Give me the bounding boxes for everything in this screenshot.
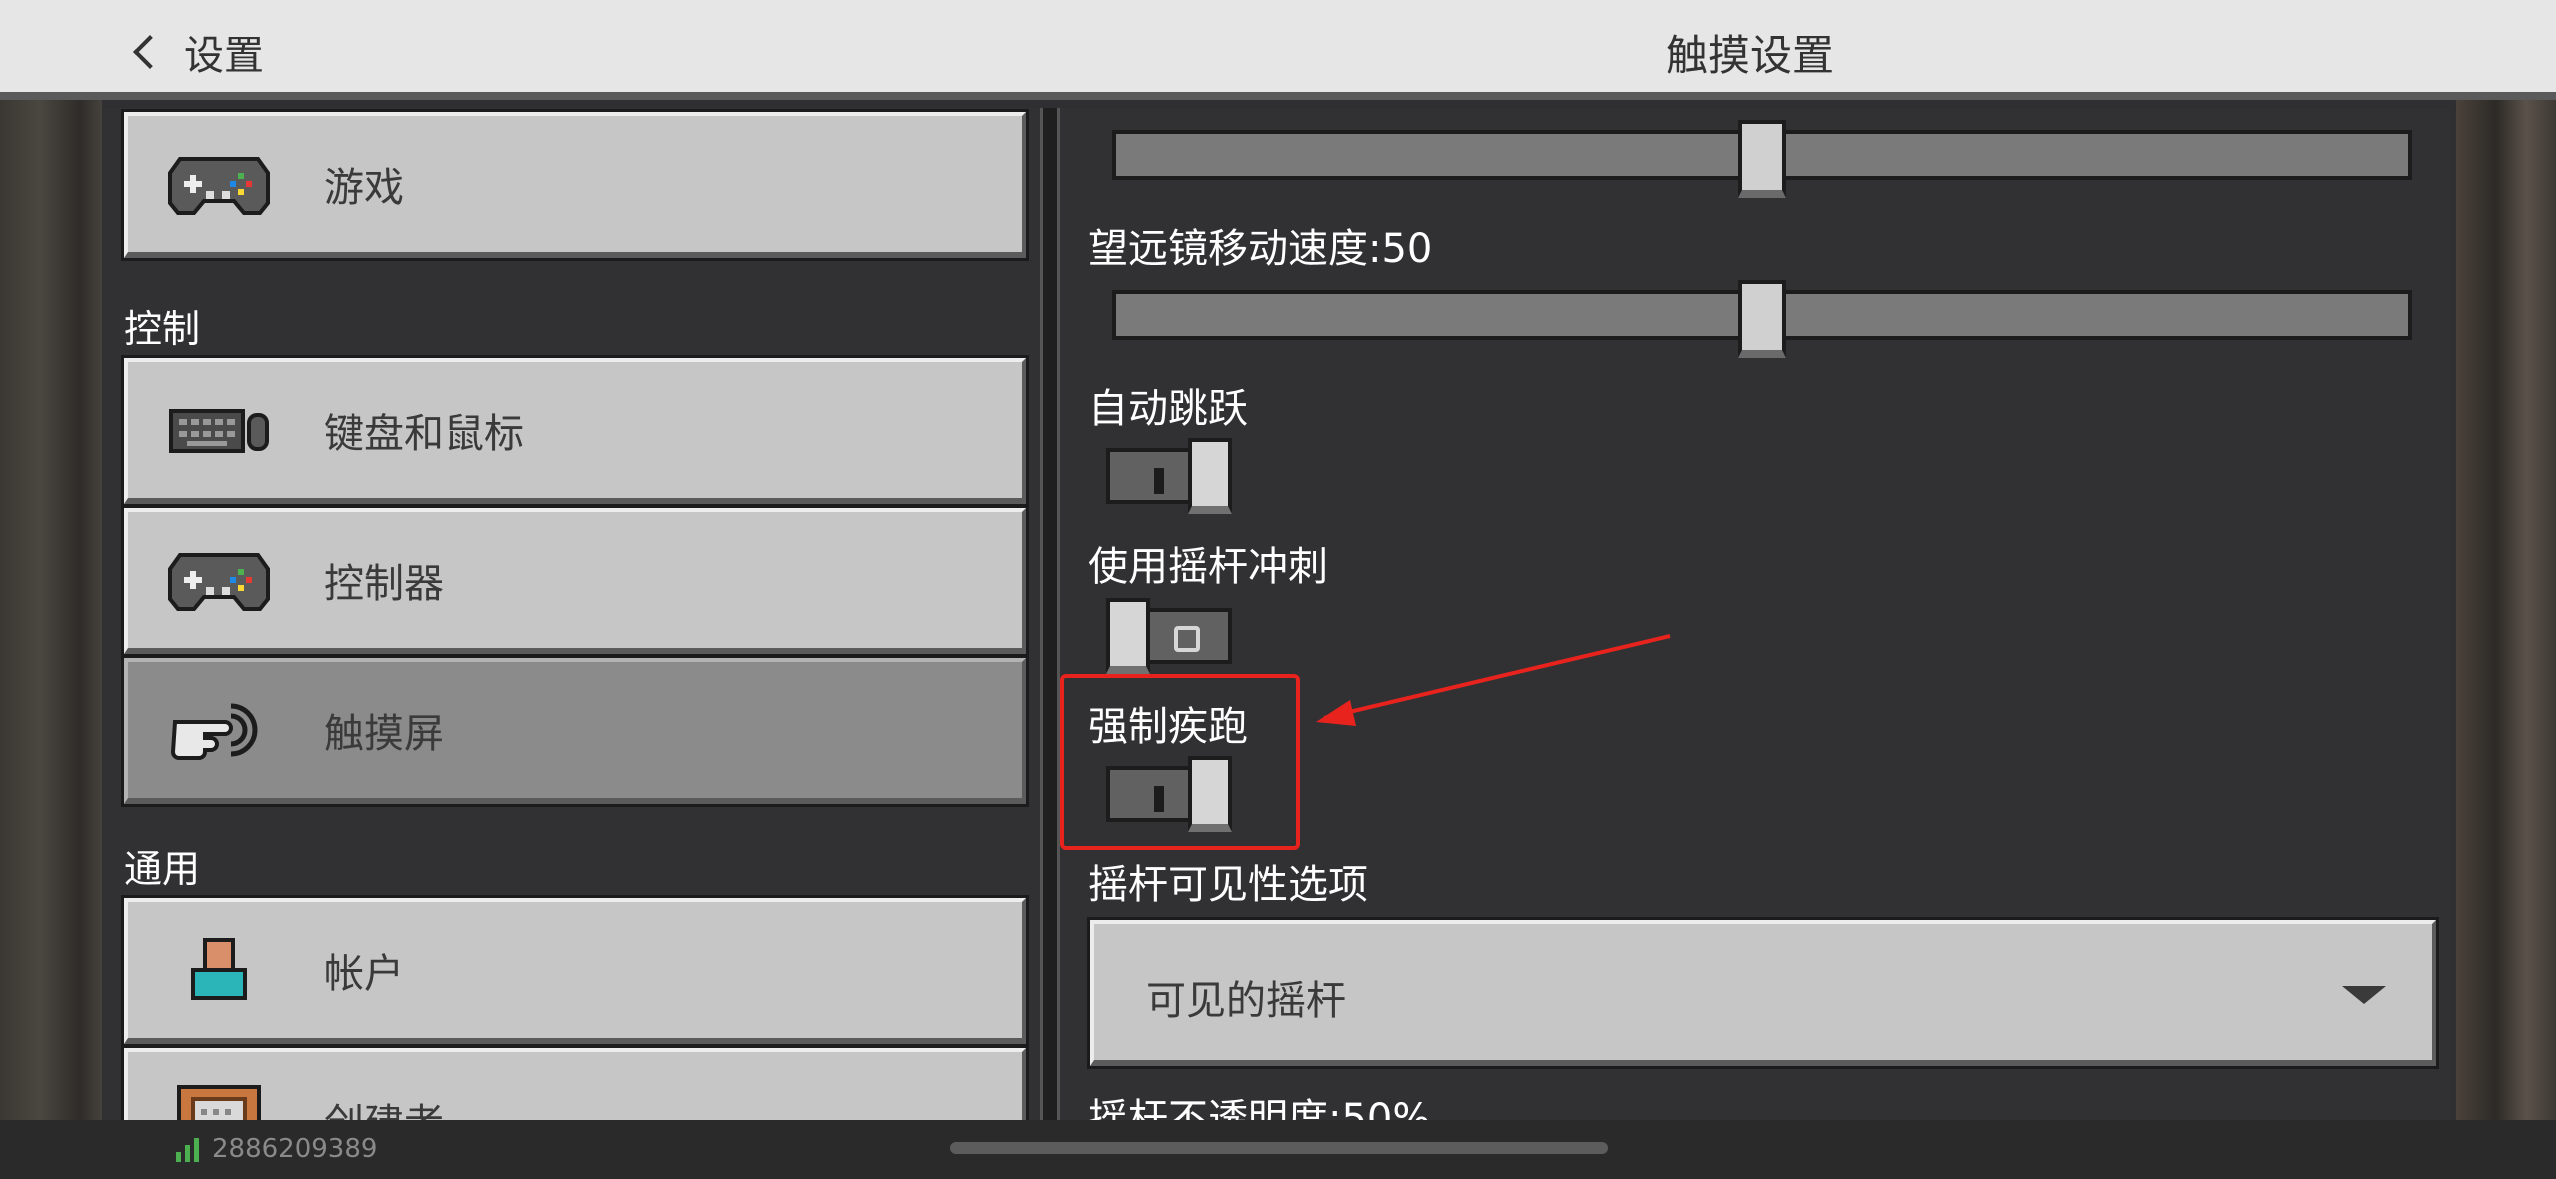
sidebar-item-label: 帐户 [324,951,404,997]
sidebar-item-label: 创建者 [324,1091,444,1120]
back-label: 设置 [184,33,264,79]
sidebar-item-touchscreen[interactable]: 触摸屏 [121,655,1029,807]
auto-jump-label: 自动跳跃 [1088,386,1248,432]
toggle-indicator [1174,626,1200,652]
slider-fill [1116,134,1762,176]
spyglass-speed-label: 望远镜移动速度:50 [1088,226,1433,272]
top-slider[interactable] [1112,120,2412,198]
gamepad-icon [164,144,274,224]
caret-down-icon [2342,986,2386,1004]
annotation-arrow-icon [1316,634,1671,726]
touch-settings-panel: 望远镜移动速度:50 自动跳跃 使用摇杆冲刺 强制疾跑 摇杆可见性选项 可见的摇… [1060,108,2450,1120]
sidebar-item-label: 触摸屏 [324,711,444,757]
joystick-sprint-toggle[interactable] [1106,598,1236,674]
dropdown-value: 可见的摇杆 [1146,978,1346,1024]
auto-jump-toggle[interactable] [1106,438,1236,514]
toggle-knob [1188,438,1232,514]
toggle-knob [1106,598,1150,674]
slider-knob[interactable] [1738,280,1786,358]
gamepad-icon [164,540,274,620]
signal-icon [176,1138,199,1162]
joystick-sprint-label: 使用摇杆冲刺 [1088,544,1328,590]
panel-divider [1040,108,1060,1120]
touch-hand-icon [164,690,274,770]
section-general: 通用 [124,847,201,891]
creator-icon [164,1080,274,1120]
sidebar-item-controller[interactable]: 控制器 [121,505,1029,657]
user-id-text: 2886209389 [212,1134,378,1164]
annotation-highlight-box [1060,674,1300,850]
spyglass-speed-slider[interactable] [1112,280,2412,358]
keyboard-mouse-icon [164,390,274,470]
sidebar-item-creator[interactable]: 创建者 [121,1045,1029,1120]
sidebar-item-keyboard-mouse[interactable]: 键盘和鼠标 [121,355,1029,507]
joystick-opacity-label: 摇杆不透明度:50% [1088,1096,1431,1120]
chevron-left-icon [133,35,167,69]
page-title: 触摸设置 [1665,31,1834,80]
slider-fill [1116,294,1762,336]
section-controls: 控制 [124,307,201,351]
top-bar: 设置 触摸设置 [0,0,2556,100]
joystick-visibility-dropdown[interactable]: 可见的摇杆 [1087,917,2439,1069]
account-icon [164,930,274,1010]
joystick-visibility-label: 摇杆可见性选项 [1088,862,1368,908]
toggle-indicator [1154,468,1164,494]
sidebar-item-game[interactable]: 游戏 [121,109,1029,261]
settings-nav: 游戏 控制 键盘和鼠标 控制器 触摸屏 通用 帐户 [102,108,1045,1120]
back-button[interactable]: 设置 [130,22,264,82]
sidebar-item-account[interactable]: 帐户 [121,895,1029,1047]
sidebar-item-label: 游戏 [324,165,404,211]
slider-knob[interactable] [1738,120,1786,198]
sidebar-item-label: 控制器 [324,561,444,607]
sidebar-item-label: 键盘和鼠标 [324,411,524,457]
home-indicator[interactable] [950,1142,1608,1154]
